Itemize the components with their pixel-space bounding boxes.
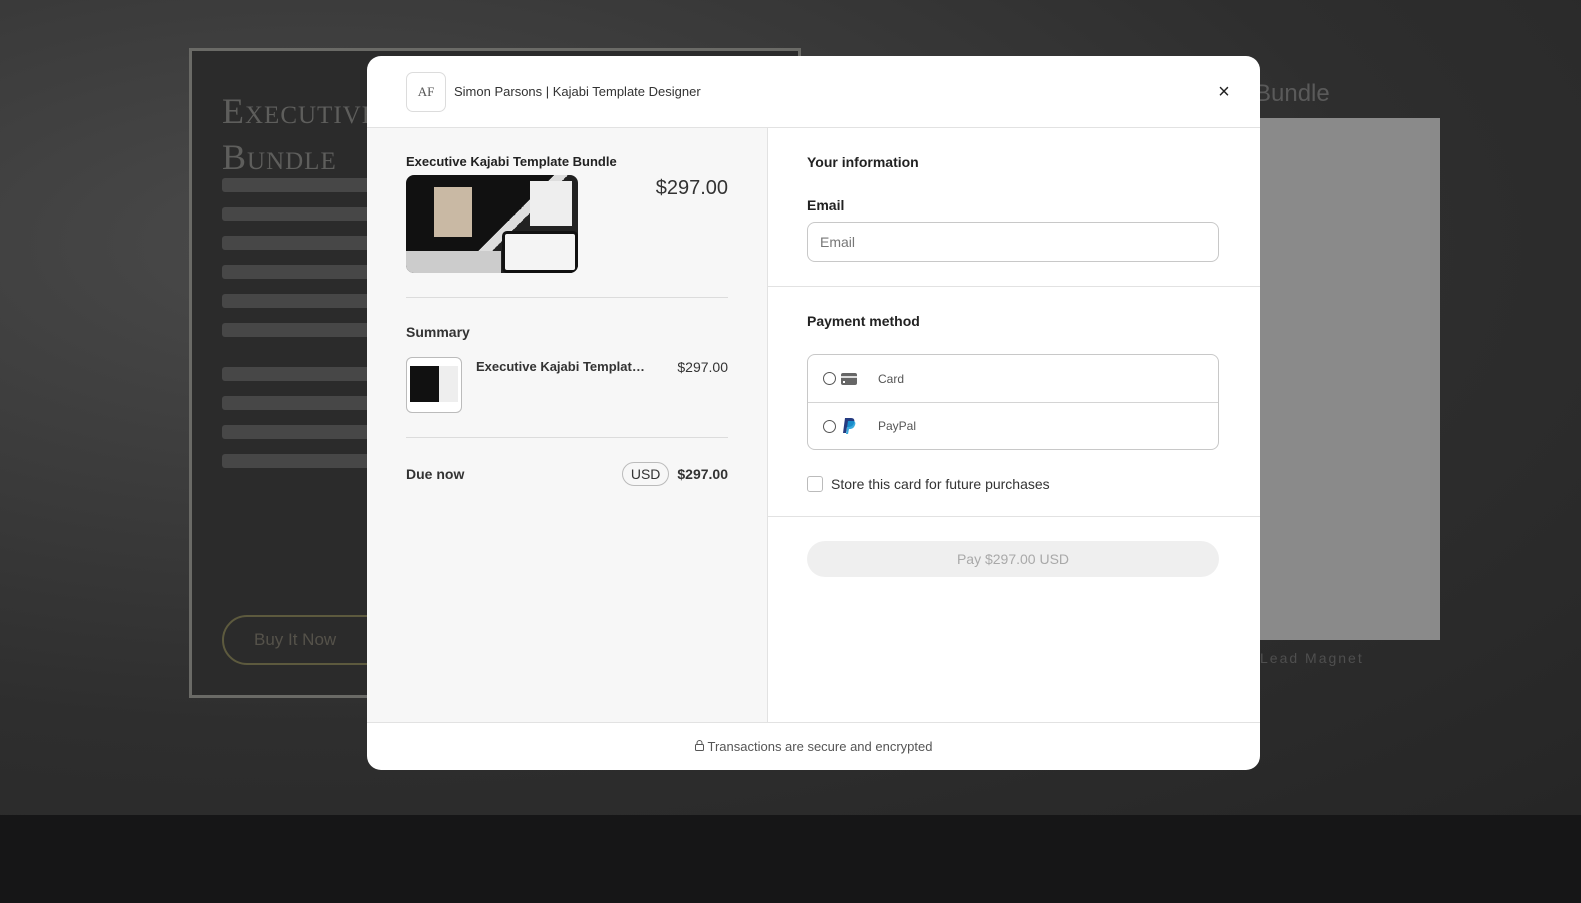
payment-option-card[interactable]: Card: [808, 355, 1218, 402]
due-now-row: Due now USD $297.00: [406, 462, 728, 486]
payment-panel: Your information Email Payment method Ca…: [768, 128, 1260, 722]
background-caption: Lead Magnet: [1260, 650, 1364, 666]
order-summary-panel: Executive Kajabi Template Bundle $297.00…: [367, 128, 768, 722]
product-price: $297.00: [655, 177, 728, 199]
credit-card-icon: [841, 372, 857, 385]
due-now-label: Due now: [406, 466, 465, 482]
store-card-label: Store this card for future purchases: [831, 476, 1050, 492]
payment-method-heading: Payment method: [807, 313, 920, 329]
your-information-heading: Your information: [807, 154, 919, 170]
summary-item: Executive Kajabi Template Bundle $297.00: [406, 357, 728, 413]
store-card-row: Store this card for future purchases: [807, 476, 1221, 492]
payment-method-section: Payment method Card PayPal Store this ca…: [768, 287, 1260, 517]
security-text: Transactions are secure and encrypted: [707, 739, 933, 754]
summary-item-price: $297.00: [677, 359, 728, 375]
paypal-icon: [841, 418, 857, 434]
background-preview: [1240, 118, 1440, 640]
currency-badge: USD: [621, 462, 670, 486]
payment-option-paypal[interactable]: PayPal: [808, 402, 1218, 449]
payment-options: Card PayPal: [807, 354, 1219, 450]
summary-heading: Summary: [406, 324, 470, 340]
divider: [406, 437, 728, 438]
pay-button[interactable]: Pay $297.00 USD: [807, 541, 1219, 577]
card-radio[interactable]: [823, 372, 836, 385]
background-right-title: Bundle: [1255, 80, 1330, 107]
product-image: [406, 175, 578, 273]
modal-header: AF Simon Parsons | Kajabi Template Desig…: [367, 56, 1260, 128]
product-title: Executive Kajabi Template Bundle: [406, 154, 617, 169]
divider: [406, 297, 728, 298]
store-name: Simon Parsons | Kajabi Template Designer: [454, 84, 701, 99]
store-logo: AF: [406, 71, 446, 112]
checkout-modal: AF Simon Parsons | Kajabi Template Desig…: [367, 56, 1260, 770]
close-icon[interactable]: ×: [1210, 78, 1238, 106]
lock-icon: [694, 739, 704, 754]
due-now-amount: $297.00: [677, 466, 728, 482]
security-footer: Transactions are secure and encrypted: [367, 722, 1260, 770]
email-label: Email: [807, 197, 845, 213]
background-text: [222, 178, 382, 483]
paypal-radio[interactable]: [823, 419, 836, 433]
summary-item-thumbnail: [406, 357, 462, 413]
email-input[interactable]: [807, 222, 1219, 262]
summary-item-name: Executive Kajabi Template Bundle: [476, 359, 651, 374]
background-title: Executive Bundle: [222, 91, 378, 177]
card-label: Card: [878, 371, 905, 386]
your-information-section: Your information Email: [768, 128, 1260, 287]
store-card-checkbox[interactable]: [807, 476, 823, 492]
paypal-label: PayPal: [878, 419, 917, 433]
